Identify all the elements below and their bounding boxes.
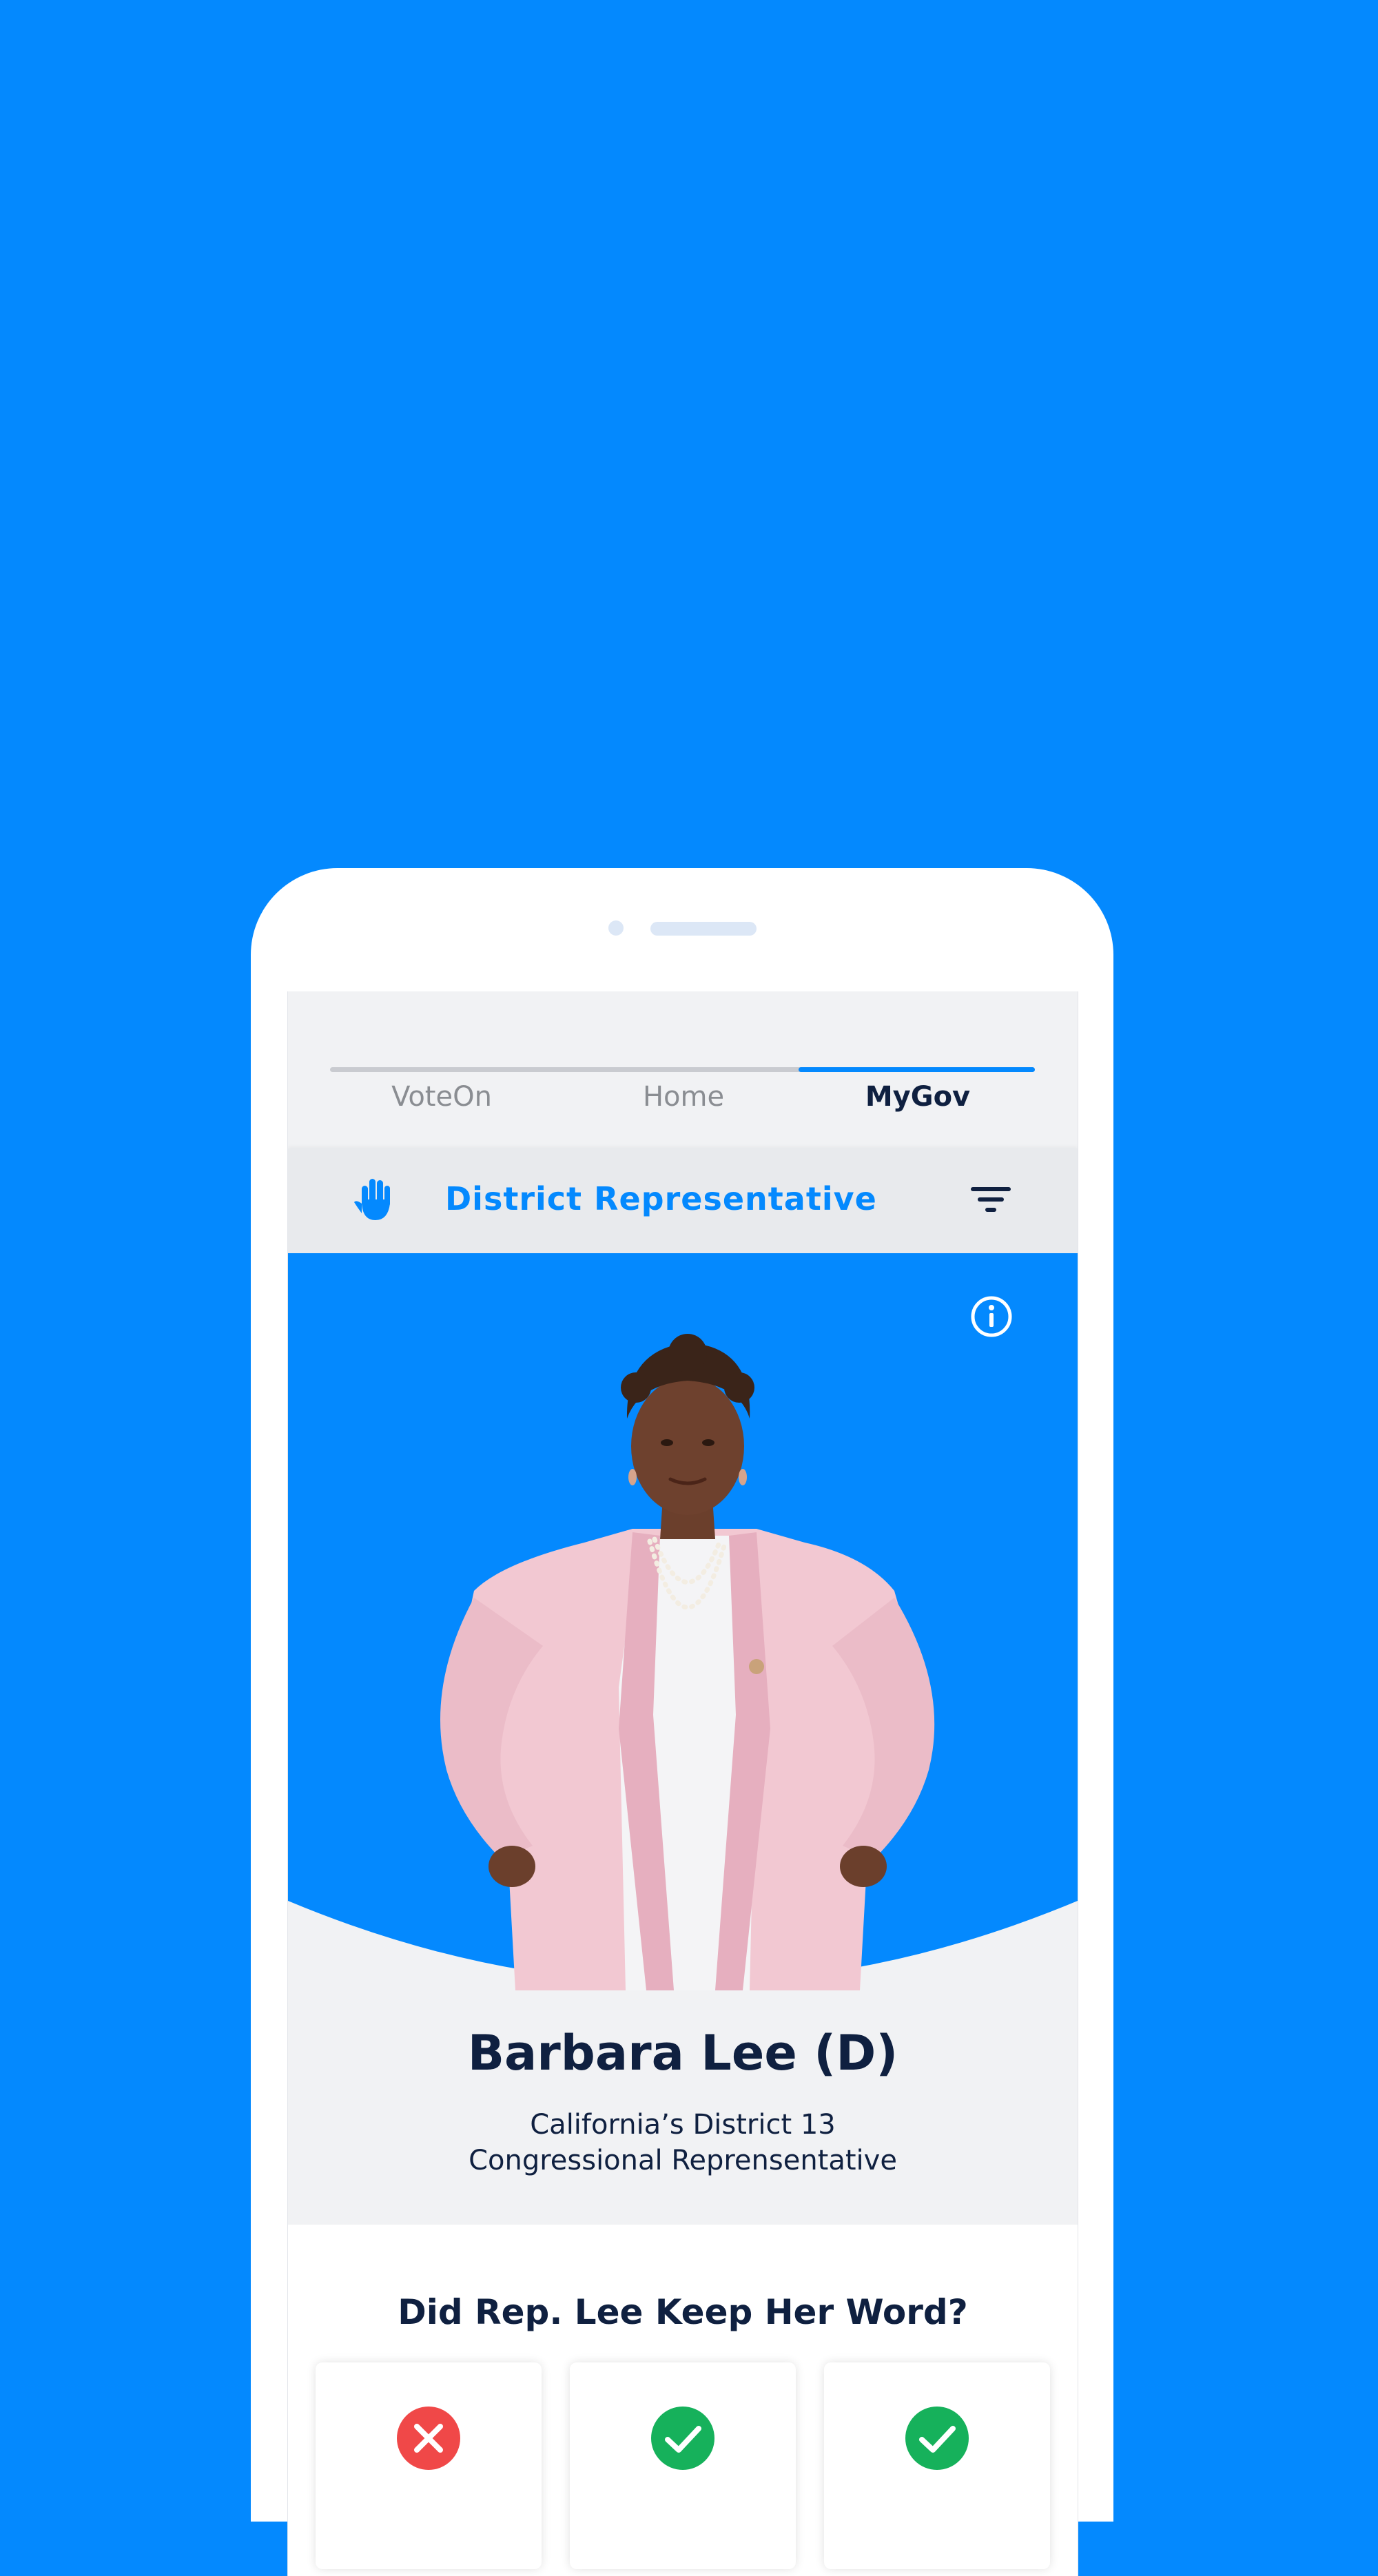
representative-name: Barbara Lee (D): [467, 2025, 898, 2081]
app-screen: VoteOn Home MyGov District Representativ…: [287, 991, 1078, 2576]
tab-bar: VoteOn Home MyGov: [288, 991, 1078, 1148]
promise-card[interactable]: [570, 2362, 796, 2569]
tab-voteon[interactable]: VoteOn: [325, 1081, 559, 1113]
representative-title: Congressional Reprensentative: [469, 2145, 897, 2176]
info-icon[interactable]: [969, 1295, 1014, 1339]
tab-home[interactable]: Home: [566, 1081, 801, 1113]
representative-district: California’s District 13: [530, 2109, 836, 2141]
filter-icon[interactable]: [971, 1184, 1011, 1215]
raised-hand-icon[interactable]: [353, 1176, 396, 1223]
promise-card[interactable]: [316, 2362, 542, 2569]
tab-active-indicator: [799, 1067, 1035, 1072]
section-header: District Representative: [288, 1148, 1078, 1253]
header-title: District Representative: [445, 1180, 877, 1217]
x-circle-icon: [397, 2407, 460, 2470]
speaker-slot: [650, 922, 757, 936]
promise-section: Did Rep. Lee Keep Her Word?: [288, 2225, 1078, 2576]
check-circle-icon: [905, 2407, 969, 2470]
tab-mygov[interactable]: MyGov: [801, 1081, 1035, 1113]
promise-question: Did Rep. Lee Keep Her Word?: [398, 2292, 968, 2332]
camera-dot: [608, 920, 624, 936]
check-circle-icon: [651, 2407, 714, 2470]
phone-frame: VoteOn Home MyGov District Representativ…: [251, 868, 1113, 2576]
representative-portrait: [440, 1334, 935, 1990]
promise-card[interactable]: [824, 2362, 1050, 2569]
